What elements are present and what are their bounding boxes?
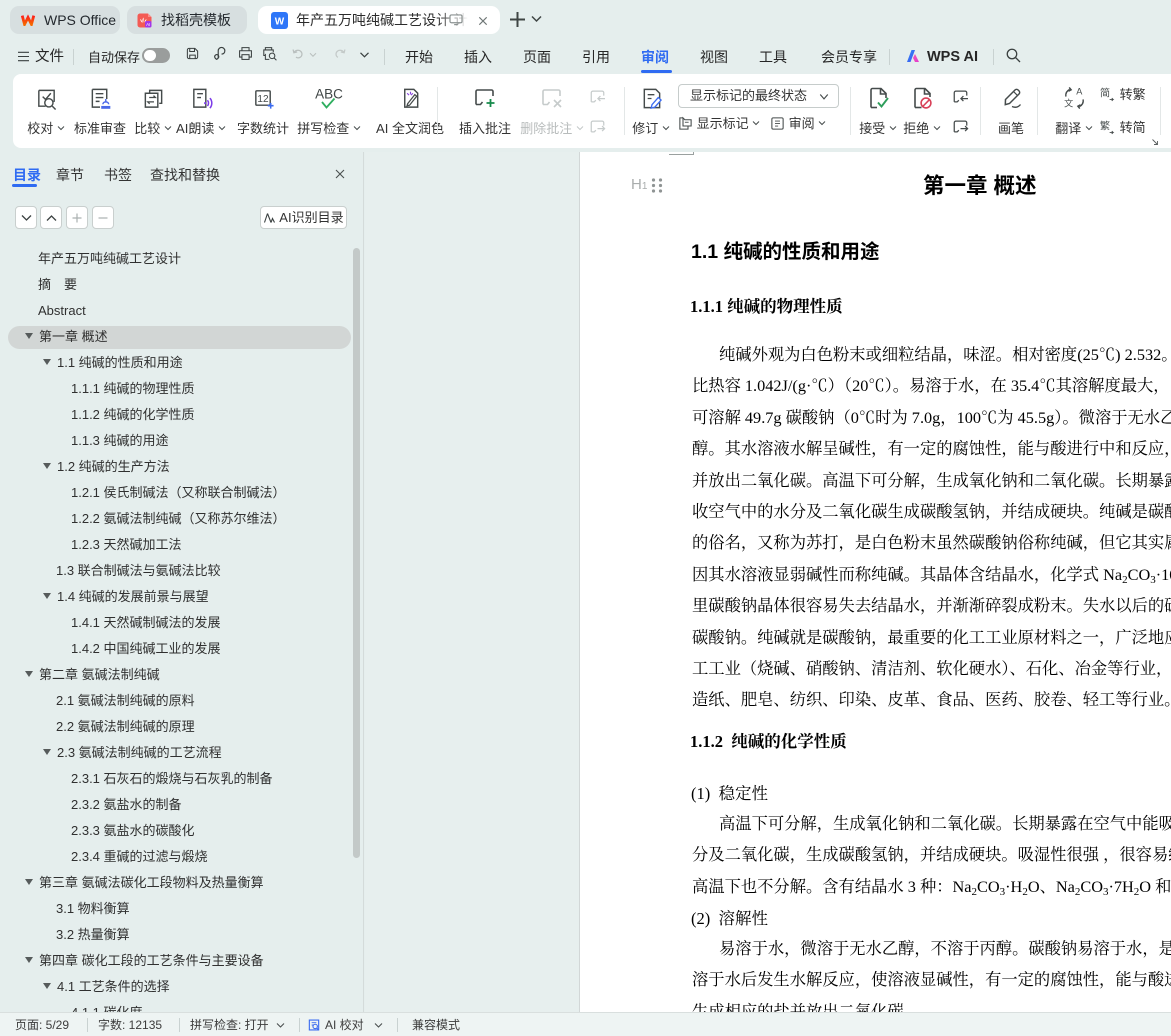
- svg-text:AI: AI: [146, 22, 150, 27]
- svg-text:W: W: [275, 16, 285, 27]
- svg-text:文: 文: [1064, 96, 1073, 110]
- svg-text:ABC: ABC: [315, 87, 343, 102]
- svg-text:12: 12: [257, 93, 269, 104]
- svg-text:A: A: [1076, 87, 1083, 97]
- svg-text:繁: 繁: [1100, 119, 1110, 133]
- svg-text:简: 简: [1100, 86, 1110, 100]
